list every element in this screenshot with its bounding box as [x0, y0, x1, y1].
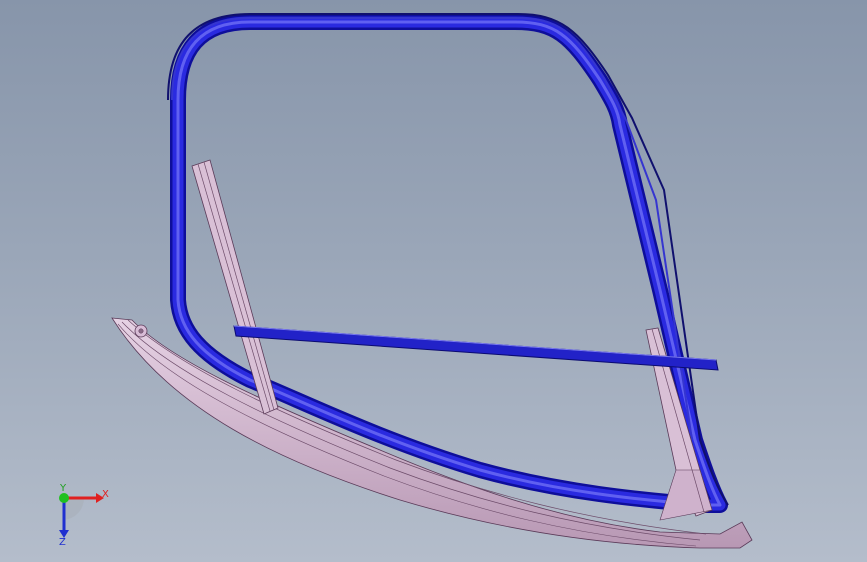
z-axis-label: Z	[59, 537, 66, 548]
cad-viewport[interactable]: X Y Z	[0, 0, 867, 562]
belt-line-strip[interactable]	[233, 325, 719, 371]
axis-triad: X Y Z	[59, 483, 109, 548]
y-axis-label: Y	[59, 483, 67, 494]
y-axis-icon	[59, 493, 69, 503]
x-axis-label: X	[102, 489, 109, 500]
cad-model-scene[interactable]	[0, 0, 867, 562]
